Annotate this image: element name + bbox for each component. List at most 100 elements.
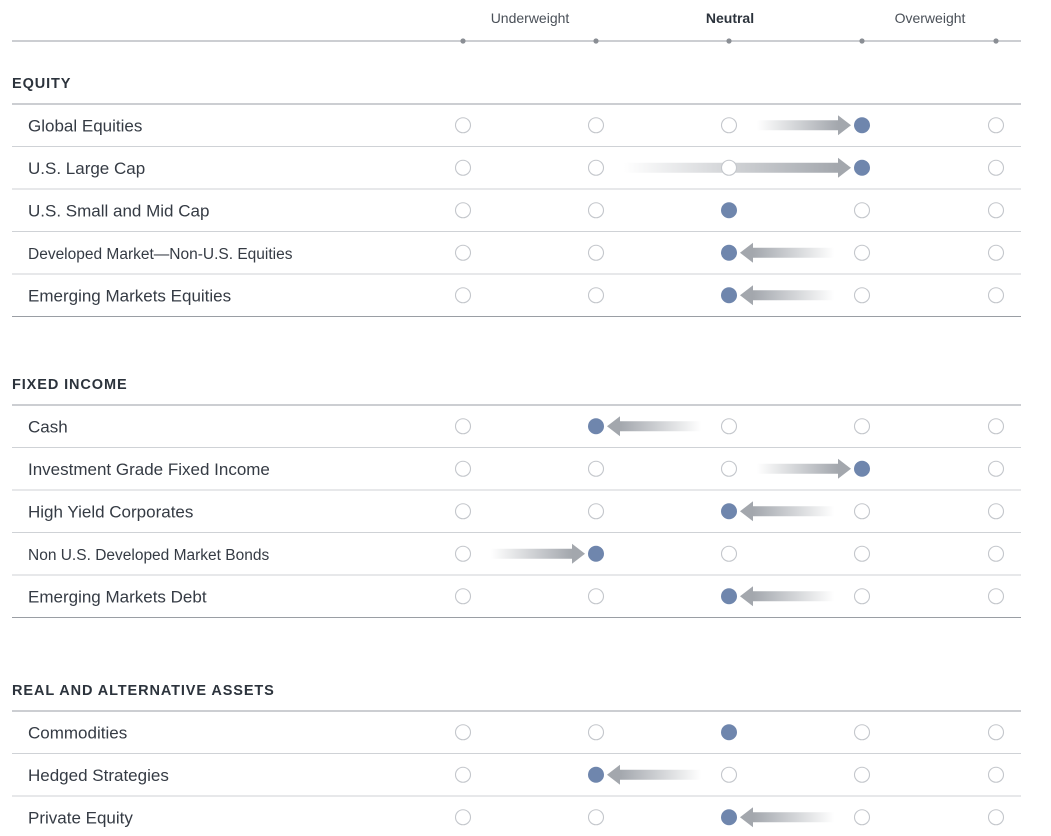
change-arrow-head <box>740 586 753 607</box>
row-label: Investment Grade Fixed Income <box>28 460 270 479</box>
change-arrow-head <box>740 501 753 522</box>
header-tick-5 <box>993 38 999 44</box>
header-tick-3 <box>726 38 732 44</box>
current-position-dot <box>721 244 737 261</box>
empty-position-dot <box>454 588 472 605</box>
empty-position-dot <box>987 418 1005 435</box>
table-row: Commodities <box>12 723 1021 754</box>
empty-position-dot <box>853 809 871 826</box>
row-label: Private Equity <box>28 808 133 827</box>
row-label: Emerging Markets Equities <box>28 286 231 305</box>
row-label: U.S. Large Cap <box>28 159 145 178</box>
change-arrow-head <box>838 115 851 136</box>
table-row: High Yield Corporates <box>12 501 1021 533</box>
empty-position-dot <box>853 244 871 261</box>
empty-position-dot <box>853 287 871 304</box>
empty-position-dot <box>987 724 1005 741</box>
header-tick-4 <box>859 38 865 44</box>
change-arrow-head <box>607 764 620 785</box>
empty-position-dot <box>587 588 605 605</box>
empty-position-dot <box>720 766 738 783</box>
empty-position-dot <box>987 503 1005 520</box>
empty-position-dot <box>454 202 472 219</box>
change-arrow-head <box>838 458 851 479</box>
empty-position-dot <box>987 159 1005 176</box>
empty-position-dot <box>587 503 605 520</box>
change-arrow-head <box>838 157 851 178</box>
section-title: FIXED INCOME <box>12 377 128 393</box>
table-row: Cash <box>12 416 1021 448</box>
overweight-header: Overweight <box>895 10 966 26</box>
table-row: Investment Grade Fixed Income <box>12 458 1021 491</box>
row-label: Non U.S. Developed Market Bonds <box>28 547 269 564</box>
empty-position-dot <box>853 588 871 605</box>
current-position-dot <box>721 809 737 826</box>
allocation-sections: EQUITY Global Equities U.S. Large Cap U.S. … <box>12 76 1021 828</box>
change-arrow-shaft <box>753 247 834 258</box>
section-title: EQUITY <box>12 76 71 92</box>
empty-position-dot <box>587 460 605 477</box>
empty-position-dot <box>587 117 605 134</box>
empty-position-dot <box>987 460 1005 477</box>
current-position-dot <box>854 460 870 477</box>
change-arrow-shaft <box>753 812 834 823</box>
table-row: Emerging Markets Equities <box>12 285 1021 317</box>
table-row: Emerging Markets Debt <box>12 586 1021 618</box>
change-arrow-head <box>740 242 753 263</box>
row-label: Emerging Markets Debt <box>28 587 207 606</box>
header-tick-1 <box>460 38 466 44</box>
section-title: REAL AND ALTERNATIVE ASSETS <box>12 683 275 699</box>
change-arrow-shaft <box>491 548 572 559</box>
empty-position-dot <box>987 202 1005 219</box>
table-row: U.S. Large Cap <box>12 157 1021 190</box>
empty-position-dot <box>454 766 472 783</box>
row-label: Commodities <box>28 723 127 742</box>
table-row: Non U.S. Developed Market Bonds <box>12 543 1021 576</box>
current-position-dot <box>721 503 737 520</box>
empty-position-dot <box>853 503 871 520</box>
empty-position-dot <box>987 545 1005 562</box>
empty-position-dot <box>454 724 472 741</box>
chart-header: Underweight Neutral Overweight <box>12 10 1021 44</box>
empty-position-dot <box>987 244 1005 261</box>
current-position-dot <box>721 202 737 219</box>
table-row: Private Equity <box>28 807 1005 828</box>
empty-position-dot <box>720 545 738 562</box>
current-position-dot <box>721 588 737 605</box>
empty-position-dot <box>720 117 738 134</box>
table-row: Global Equities <box>12 115 1021 147</box>
change-arrow-head <box>607 416 620 437</box>
change-arrow-head <box>740 285 753 306</box>
asset-allocation-chart: Underweight Neutral Overweight EQUITY Glo… <box>12 10 1021 828</box>
current-position-dot <box>588 766 604 783</box>
empty-position-dot <box>454 545 472 562</box>
empty-position-dot <box>587 244 605 261</box>
empty-position-dot <box>587 202 605 219</box>
row-label: Global Equities <box>28 116 142 135</box>
empty-position-dot <box>454 159 472 176</box>
empty-position-dot <box>987 588 1005 605</box>
empty-position-dot <box>587 287 605 304</box>
change-arrow-shaft <box>753 591 834 602</box>
empty-position-dot <box>454 287 472 304</box>
current-position-dot <box>721 724 737 741</box>
empty-position-dot <box>454 809 472 826</box>
row-label: Developed Market—Non-U.S. Equities <box>28 246 293 263</box>
section-fixed-income: FIXED INCOME Cash Investment Grade Fixed I… <box>12 377 1021 618</box>
empty-position-dot <box>454 117 472 134</box>
current-position-dot <box>854 117 870 134</box>
neutral-header: Neutral <box>706 10 754 26</box>
empty-position-dot <box>720 418 738 435</box>
change-arrow-head <box>740 807 753 828</box>
table-row: U.S. Small and Mid Cap <box>12 201 1021 232</box>
empty-position-dot <box>853 724 871 741</box>
current-position-dot <box>721 287 737 304</box>
empty-position-dot <box>454 244 472 261</box>
change-arrow-head <box>572 543 585 564</box>
empty-position-dot <box>987 766 1005 783</box>
empty-position-dot <box>987 287 1005 304</box>
change-arrow-shaft <box>753 506 834 517</box>
empty-position-dot <box>853 202 871 219</box>
empty-position-dot <box>454 460 472 477</box>
empty-position-dot <box>587 159 605 176</box>
